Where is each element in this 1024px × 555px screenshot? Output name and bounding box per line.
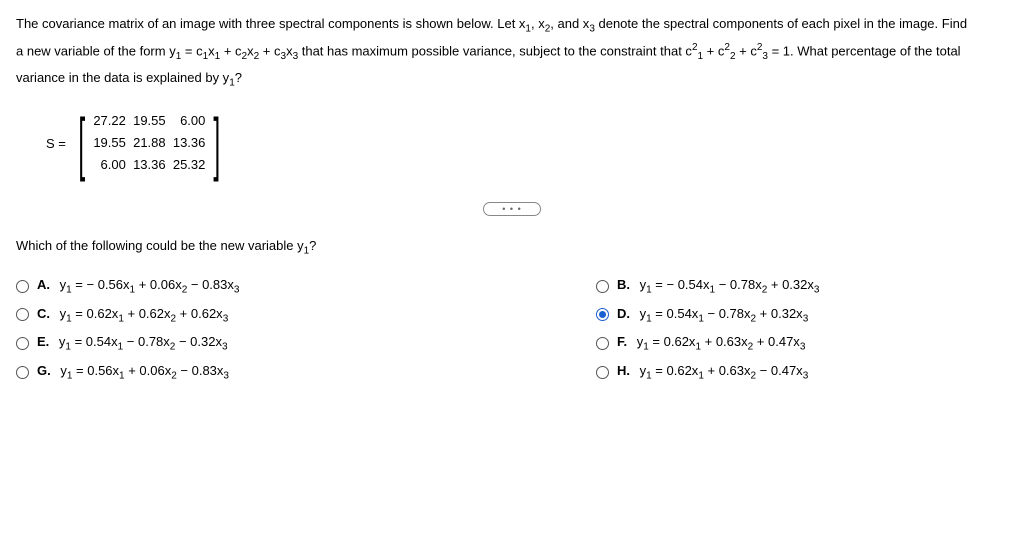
- option-letter: C.: [37, 306, 50, 321]
- covariance-matrix: S = [ 27.22 19.55 6.00 19.55 21.88 13.36…: [46, 106, 1008, 180]
- option-letter: E.: [37, 334, 49, 349]
- option-g-text: G. y1 = 0.56x1 + 0.06x2 − 0.83x3: [37, 363, 229, 382]
- option-letter: H.: [617, 363, 630, 378]
- option-b-text: B. y1 = − 0.54x1 − 0.78x2 + 0.32x3: [617, 277, 819, 296]
- radio-h[interactable]: [596, 366, 609, 379]
- text: denote the spectral components of each p…: [595, 16, 967, 31]
- option-letter: B.: [617, 277, 630, 292]
- matrix-row-2: 19.55 21.88 13.36: [93, 132, 205, 154]
- radio-b[interactable]: [596, 280, 609, 293]
- text: + c: [736, 43, 757, 58]
- radio-g[interactable]: [16, 366, 29, 379]
- radio-c[interactable]: [16, 308, 29, 321]
- section-divider[interactable]: • • •: [16, 200, 1008, 216]
- option-g[interactable]: G. y1 = 0.56x1 + 0.06x2 − 0.83x3: [16, 363, 396, 382]
- option-e[interactable]: E. y1 = 0.54x1 − 0.78x2 − 0.32x3: [16, 334, 396, 353]
- option-letter: A.: [37, 277, 50, 292]
- text: , and x: [550, 16, 589, 31]
- option-letter: G.: [37, 363, 51, 378]
- option-c-text: C. y1 = 0.62x1 + 0.62x2 + 0.62x3: [37, 306, 228, 325]
- option-d[interactable]: D. y1 = 0.54x1 − 0.78x2 + 0.32x3: [596, 306, 976, 325]
- option-f[interactable]: F. y1 = 0.62x1 + 0.63x2 + 0.47x3: [596, 334, 976, 353]
- option-letter: F.: [617, 334, 627, 349]
- option-a[interactable]: A. y1 = − 0.56x1 + 0.06x2 − 0.83x3: [16, 277, 396, 296]
- sub-question: Which of the following could be the new …: [16, 238, 1008, 257]
- matrix-label: S =: [46, 136, 66, 151]
- matrix-row-1: 27.22 19.55 6.00: [93, 110, 205, 132]
- matrix-values: 27.22 19.55 6.00 19.55 21.88 13.36 6.00 …: [91, 106, 207, 180]
- text: , x: [531, 16, 545, 31]
- option-d-text: D. y1 = 0.54x1 − 0.78x2 + 0.32x3: [617, 306, 808, 325]
- option-e-text: E. y1 = 0.54x1 − 0.78x2 − 0.32x3: [37, 334, 228, 353]
- option-letter: D.: [617, 306, 630, 321]
- text: ?: [309, 238, 316, 253]
- text: = c: [181, 43, 202, 58]
- radio-f[interactable]: [596, 337, 609, 350]
- text: The covariance matrix of an image with t…: [16, 16, 525, 31]
- option-h-text: H. y1 = 0.62x1 + 0.63x2 − 0.47x3: [617, 363, 808, 382]
- option-b[interactable]: B. y1 = − 0.54x1 − 0.78x2 + 0.32x3: [596, 277, 976, 296]
- option-c[interactable]: C. y1 = 0.62x1 + 0.62x2 + 0.62x3: [16, 306, 396, 325]
- bracket-right-icon: ]: [214, 115, 221, 171]
- radio-d[interactable]: [596, 308, 609, 321]
- radio-a[interactable]: [16, 280, 29, 293]
- text: variance in the data is explained by y: [16, 70, 229, 85]
- text: + c: [259, 43, 280, 58]
- problem-statement: The covariance matrix of an image with t…: [16, 12, 1008, 92]
- answer-options: A. y1 = − 0.56x1 + 0.06x2 − 0.83x3 B. y1…: [16, 277, 976, 381]
- text: = 1. What percentage of the total: [768, 43, 961, 58]
- matrix-row-3: 6.00 13.36 25.32: [93, 154, 205, 176]
- text: that has maximum possible variance, subj…: [298, 43, 692, 58]
- option-a-text: A. y1 = − 0.56x1 + 0.06x2 − 0.83x3: [37, 277, 239, 296]
- text: + c: [220, 43, 241, 58]
- bracket-left-icon: [: [78, 115, 85, 171]
- option-h[interactable]: H. y1 = 0.62x1 + 0.63x2 − 0.47x3: [596, 363, 976, 382]
- radio-e[interactable]: [16, 337, 29, 350]
- text: Which of the following could be the new …: [16, 238, 304, 253]
- text: + c: [703, 43, 724, 58]
- text: a new variable of the form y: [16, 43, 176, 58]
- ellipsis-icon: • • •: [483, 202, 540, 216]
- option-f-text: F. y1 = 0.62x1 + 0.63x2 + 0.47x3: [617, 334, 805, 353]
- text: ?: [235, 70, 242, 85]
